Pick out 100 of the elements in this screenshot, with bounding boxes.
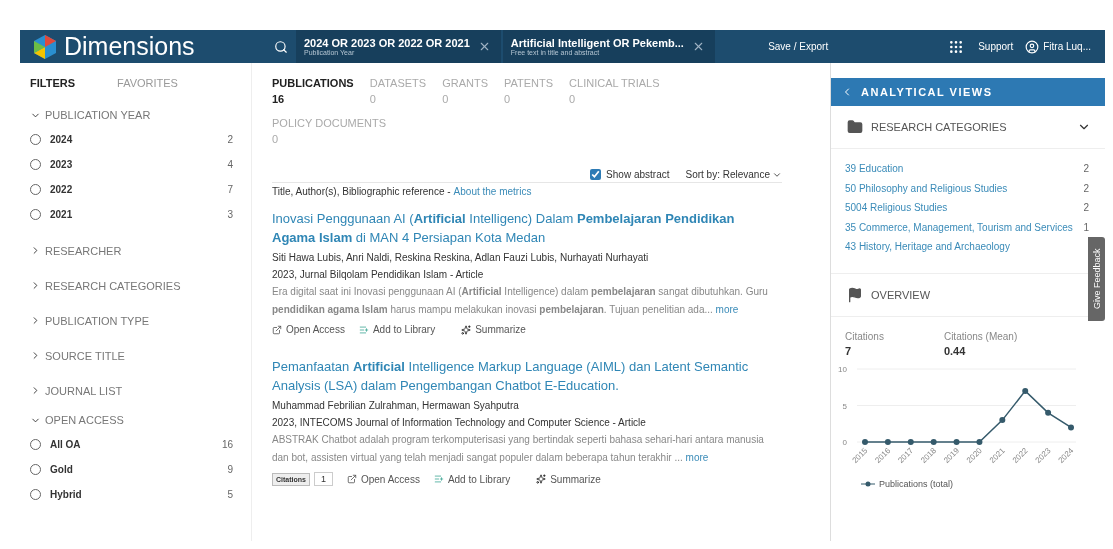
results-tab[interactable]: PATENTS 0 [503,75,554,107]
legend-label: Publications (total) [879,478,954,489]
external-link-icon [346,474,357,484]
feedback-tab[interactable]: Give Feedback [1088,237,1105,321]
result-abstract: Era digital saat ini Inovasi penggunaan AI (Artificial Intelligence) dalam pembelajaran sangat dibutuhkan. Guru pendidikan agama Islam harus mampu melakukan inovasi pembelajaran. Tujuan penelitian ada... more [272,285,769,317]
result-action[interactable]: Summarize [536,473,601,485]
filter-option-label: All OA [50,439,82,450]
filter-section-header[interactable]: RESEARCHER [30,233,122,268]
category-link[interactable]: 43 History, Heritage and Archaeology [845,237,1089,257]
category-link[interactable]: 50 Philosophy and Religious Studies [845,178,1084,198]
results-tab[interactable]: CLINICAL TRIALS 0 [569,75,660,107]
axis-label: 0 [842,437,847,447]
data-point [999,416,1006,423]
external-link-icon [272,324,282,335]
filter-section-header[interactable]: RESEARCH CATEGORIES [30,268,181,303]
result-action[interactable]: Open Access [346,473,420,485]
filter-option-label: 2024 [50,134,74,145]
axis-label: 5 [842,401,847,410]
sidebar-tab[interactable]: FILTERS [30,77,75,89]
filter-count: 2 [227,134,233,145]
app-logo: Dimensions [64,32,195,61]
filter-option-label: 2023 [50,159,74,170]
panel-title: OVERVIEW [871,288,931,301]
list-plus-icon [433,474,444,484]
data-point [953,438,960,445]
data-point [1045,409,1052,416]
category-count: 2 [1083,201,1089,215]
category-count: 2 [1083,181,1089,196]
logo-icon [32,33,58,60]
data-point [1022,387,1029,394]
category-link[interactable]: 5004 Religious Studies [845,198,1084,218]
radio-button[interactable] [30,439,41,450]
filter-option-label: Hybrid [50,489,83,500]
category-link[interactable]: 35 Commerce, Management, Tourism and Services [845,217,1084,237]
data-point [930,438,937,445]
sort-dropdown[interactable]: Sort by: Relevance [685,169,782,180]
more-link[interactable]: more [685,452,709,463]
filter-option-label: 2021 [50,209,74,220]
results-tab[interactable]: DATASETS 0 [369,75,427,107]
metrics-link[interactable]: About the metrics [453,186,532,197]
list-plus-icon [358,324,369,335]
category-link[interactable]: 39 Education [845,159,1084,179]
result-source: 2023, INTECOMS Journal of Information Technology and Computer Science - Article [272,416,647,430]
filter-section-header[interactable]: JOURNAL LIST [30,373,123,408]
more-link[interactable]: more [715,304,739,315]
category-count: 1 [1083,220,1089,235]
data-point [976,438,983,445]
flag-icon [847,286,863,303]
sparkle-icon [461,324,472,335]
analytical-views-header[interactable]: ANALYTICAL VIEWS [831,78,1105,106]
radio-button[interactable] [30,184,41,195]
results-tab[interactable]: GRANTS 0 [442,75,488,107]
apps-grid-icon[interactable] [948,38,965,55]
filter-count: 3 [227,209,233,220]
filter-section-header[interactable]: PUBLICATION YEAR [30,103,151,127]
panel-title: RESEARCH CATEGORIES [871,121,1008,133]
filter-count: 16 [221,439,233,450]
filter-section-header[interactable]: PUBLICATION TYPE [30,303,150,338]
sidebar-tab[interactable]: FAVORITES [117,77,178,89]
result-action[interactable]: Open Access [272,324,345,335]
result-authors: Muhammad Febrilian Zulrahman, Hermawan Syahputra [272,399,520,413]
result-title[interactable]: Inovasi Penggunaan AI (Artificial Intelligenc) Dalam Pembelajaran Pendidikan Agama Islam di MAN 4 Persiapan Kota Medan [272,209,772,247]
stat-label: Citations (Mean) [943,330,1018,342]
user-icon[interactable] [1025,39,1040,54]
columns-note: Title, Author(s), Bibliographic reference - [272,186,451,197]
radio-button[interactable] [30,489,41,500]
folder-icon [847,119,863,135]
radio-button[interactable] [30,464,41,475]
sparkle-icon [536,474,547,484]
filter-option-label: 2022 [50,184,74,195]
save-export-link[interactable]: Save / Export [768,30,829,63]
support-link[interactable]: Support [978,30,1014,63]
radio-button[interactable] [30,159,41,170]
results-tab[interactable]: PUBLICATIONS 16 [272,75,354,107]
radio-button[interactable] [30,209,41,220]
radio-button[interactable] [30,134,41,145]
stat-value: 7 [845,344,853,357]
user-menu[interactable]: Fitra Luq... [1043,30,1091,63]
data-point [1068,423,1074,430]
result-title[interactable]: Pemanfaatan Artificial Intelligence Markup Language (AIML) dan Latent Semantic Analysis (LSA) dalam Pengembangan Chatbot E-Education. [272,357,772,395]
result-action[interactable]: Add to Library [358,324,436,335]
results-tab[interactable]: POLICY DOCUMENTS 0 [272,115,387,147]
checkbox-label: Show abstract [606,169,670,180]
filter-section-header[interactable]: OPEN ACCESS [30,408,124,432]
category-count: 2 [1083,162,1089,176]
result-abstract: ABSTRAK Chatbot adalah program terkomputerisasi yang bertindak seperti bahasa sehari-hari antara manusia dan bot, assisten virtual yang telah menjadi sangat populer dalam beberapa tahun terakhir ... more [272,433,765,465]
filter-count: 9 [227,464,233,475]
legend-marker-icon [861,480,875,487]
data-point [907,438,914,445]
filter-count: 4 [227,159,233,170]
search-icon [274,39,288,54]
result-action[interactable]: Add to Library [433,473,511,485]
filter-option-label: Gold [50,464,74,475]
axis-label: 10 [838,364,847,374]
show-abstract-checkbox[interactable] [590,169,602,180]
result-authors: Siti Hawa Lubis, Anri Naldi, Reskina Reskina, Adlan Fauzi Lubis, Nurhayati Nurhayati [272,251,650,265]
filter-section-header[interactable]: SOURCE TITLE [30,338,125,373]
data-point [884,438,891,445]
filter-count: 7 [227,184,233,195]
result-action[interactable]: Summarize [461,324,526,335]
